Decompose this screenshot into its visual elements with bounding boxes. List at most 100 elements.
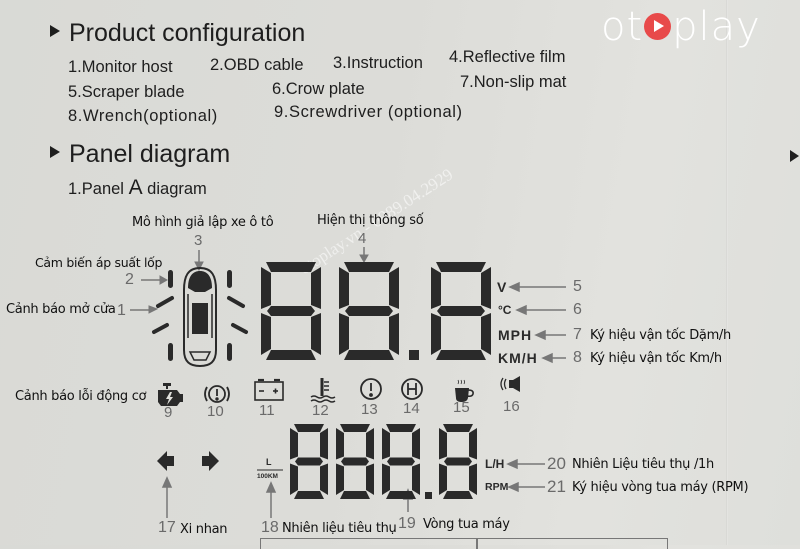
speed-digit-2-segment-f [431, 267, 441, 309]
rpm-digit-0-segment-e [290, 463, 298, 495]
speed-digit-1-segment-a [344, 262, 394, 272]
rpm-digit-1-segment-f [336, 428, 344, 460]
callout-9-number: 9 [164, 404, 173, 421]
callout-6-number: 6 [573, 301, 582, 318]
rpm-decimal-point [425, 492, 432, 499]
speed-seven-segment-display [261, 262, 491, 360]
callout-1-arrow [130, 305, 159, 314]
callout-16-number: 16 [503, 398, 520, 415]
callout-20-number: 20 [547, 454, 566, 473]
rpm-unit: RPM [485, 481, 509, 493]
mph-unit: MPH [498, 327, 533, 343]
callout-20-arrow [506, 458, 545, 470]
callout-2-arrow [141, 275, 169, 285]
rpm-digit-3-segment-g [444, 457, 472, 466]
bottom-table-edge-right [476, 538, 668, 549]
callout-7-label: Ký hiệu vận tốc Dặm/h [590, 328, 731, 343]
rpm-digit-0-segment-f [290, 428, 298, 460]
callout-4-arrow [359, 247, 369, 264]
rpm-digit-3-segment-c [469, 463, 477, 495]
callout-3-arrow [194, 250, 204, 272]
callout-20-label: Nhiên Liệu tiêu thụ /1h [572, 457, 714, 472]
rpm-digit-0-segment-b [320, 428, 328, 460]
bottom-table-edge-left [260, 538, 478, 549]
fuel-unit-bottom: 100KM [257, 473, 278, 480]
callout-8-label: Ký hiệu vận tốc Km/h [590, 351, 722, 366]
rpm-digit-1-segment-b [366, 428, 374, 460]
callout-19-number: 19 [398, 515, 416, 532]
car-model-icon [183, 266, 217, 368]
speed-digit-2-segment-g [437, 306, 485, 316]
rpm-digit-2-segment-d [386, 491, 416, 499]
speed-digit-1-segment-f [339, 267, 349, 309]
kmh-unit: KM/H [498, 350, 538, 366]
speed-digit-0-segment-c [311, 313, 321, 355]
rpm-digit-0-segment-c [320, 463, 328, 495]
speed-digit-0-segment-f [261, 267, 271, 309]
general-warning-icon [360, 378, 382, 400]
speed-digit-0-segment-d [266, 350, 316, 360]
turn-left-icon [157, 451, 174, 471]
callout-8-number: 8 [573, 349, 582, 366]
rpm-digit-2-segment-a [386, 424, 416, 432]
speed-digit-2-segment-e [431, 313, 441, 355]
callout-5-number: 5 [573, 278, 582, 295]
speed-digit-1-segment-c [389, 313, 399, 355]
speed-digit-1-segment-g [345, 306, 393, 316]
callout-17-arrow [161, 476, 173, 518]
callout-7-arrow [534, 329, 566, 341]
rpm-seven-segment-display [290, 424, 477, 499]
speed-digit-1-segment-e [339, 313, 349, 355]
callout-21-number: 21 [547, 477, 566, 496]
callout-19-label: Vòng tua máy [423, 517, 510, 532]
rpm-digit-0-segment-g [295, 457, 323, 466]
fuel-unit-top: L [266, 457, 272, 467]
rpm-digit-2-segment-e [382, 463, 390, 495]
rpm-digit-1-segment-e [336, 463, 344, 495]
engine-warning-icon [158, 383, 183, 406]
callout-17-label: Xi nhan [180, 522, 228, 537]
rpm-digit-2-segment-c [412, 463, 420, 495]
rpm-digit-3-segment-f [439, 428, 447, 460]
speaker-icon [500, 376, 520, 392]
rpm-digit-2-segment-b [412, 428, 420, 460]
speed-digit-2-segment-d [436, 350, 486, 360]
rpm-digit-0-segment-a [294, 424, 324, 432]
callout-6-arrow [515, 304, 566, 316]
speed-digit-0-segment-b [311, 267, 321, 309]
callout-12-number: 12 [312, 402, 329, 419]
speed-digit-2-segment-c [481, 313, 491, 355]
speed-decimal-point [409, 350, 419, 360]
callout-11-number: 11 [259, 402, 275, 419]
callout-17-number: 17 [158, 519, 176, 536]
callout-9-label: Cảnh báo lỗi động cơ [15, 389, 147, 404]
callout-21-label: Ký hiệu vòng tua máy (RPM) [572, 480, 749, 495]
rpm-digit-1-segment-a [340, 424, 370, 432]
coolant-temperature-icon [310, 378, 336, 403]
callout-7-number: 7 [573, 326, 582, 343]
rpm-digit-3-segment-d [443, 491, 473, 499]
rpm-digit-1-segment-g [341, 457, 369, 466]
rpm-digit-3-segment-b [469, 428, 477, 460]
speed-digit-1-segment-d [344, 350, 394, 360]
callout-18-label: Nhiên liệu tiêu thụ [282, 521, 397, 536]
callout-14-number: 14 [403, 400, 420, 417]
speed-digit-2-segment-a [436, 262, 486, 272]
callout-21-arrow [507, 481, 545, 493]
speed-digit-1-segment-b [389, 267, 399, 309]
gearbox-icon [401, 378, 423, 400]
callout-18-number: 18 [261, 519, 279, 536]
callout-18-arrow [265, 481, 277, 518]
rpm-digit-0-segment-d [294, 491, 324, 499]
rpm-digit-3-segment-e [439, 463, 447, 495]
rpm-digit-3-segment-a [443, 424, 473, 432]
rpm-digit-2-segment-f [382, 428, 390, 460]
callout-8-arrow [541, 352, 566, 364]
volt-unit: V [497, 279, 507, 295]
speed-digit-2-segment-b [481, 267, 491, 309]
speed-digit-0-segment-g [267, 306, 315, 316]
speed-digit-0-segment-a [266, 262, 316, 272]
battery-icon [254, 378, 284, 401]
speed-digit-0-segment-e [261, 313, 271, 355]
celsius-unit: °C [498, 303, 512, 317]
